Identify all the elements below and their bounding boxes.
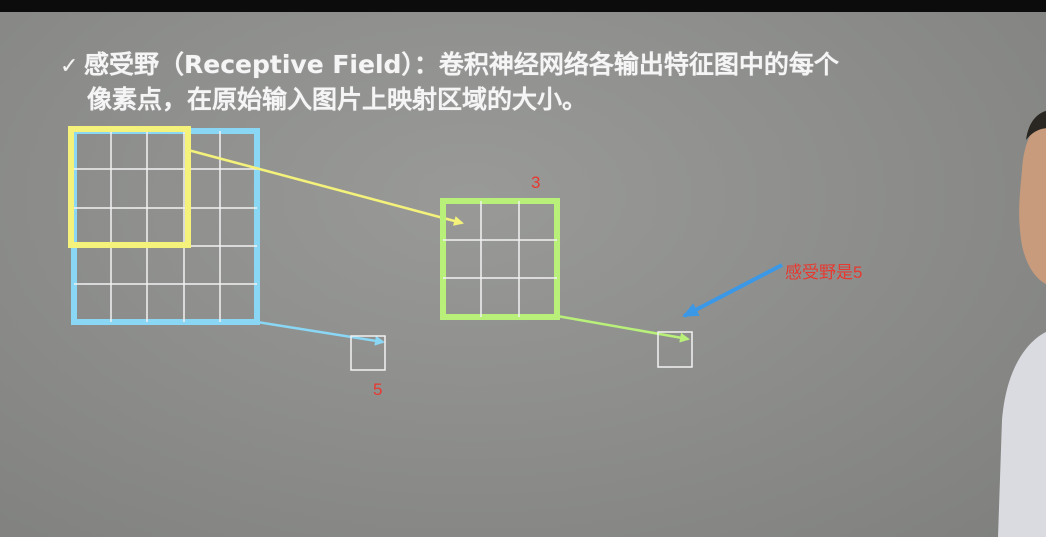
label-receptive-field-5: 感受野是5: [785, 263, 863, 282]
green-arrow-to-output: [556, 314, 690, 343]
blue-arrow-to-output: [256, 320, 385, 346]
presenter-figure: [998, 110, 1046, 537]
label-3: 3: [531, 173, 541, 192]
annotation-arrow: [682, 263, 783, 318]
input-5x5-grid: [71, 128, 260, 325]
receptive-field-diagram: [68, 126, 783, 371]
presenter-shirt: [998, 332, 1046, 537]
input-grid-lines: [74, 131, 257, 322]
receptive-window-3x3: [68, 126, 191, 248]
presenter-face: [1019, 120, 1046, 285]
middle-map-grid-lines: [443, 201, 557, 317]
label-5: 5: [373, 380, 383, 399]
yellow-arrow: [187, 148, 464, 226]
middle-feature-map-3x3: [440, 198, 560, 320]
middle-map-frame: [440, 198, 560, 320]
input-grid-frame: [71, 128, 260, 325]
